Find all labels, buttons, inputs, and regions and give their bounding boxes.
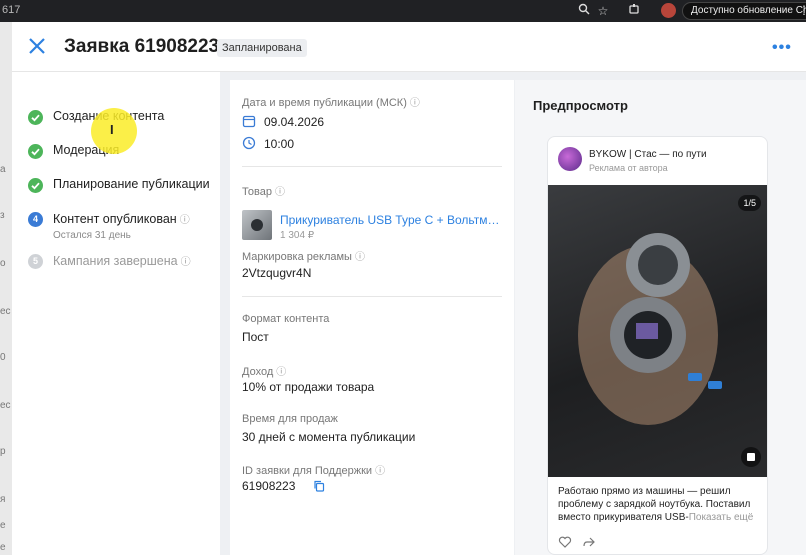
text-cursor-icon: I [110,122,114,137]
divider [242,166,502,167]
sales-time-label: Время для продаж [242,413,338,425]
author-name[interactable]: BYKOW | Стас — по пути [589,149,707,160]
browser-toolbar: 617 ☆ Доступно обновление Chrome ⋮ [0,0,806,22]
label-text: Товар [242,186,272,198]
step-sub-text: Остался 31 день [53,230,131,241]
product-price: 1 304 ₽ [280,230,315,241]
help-circle-icon[interactable]: ⓘ [355,252,365,263]
publish-date: 09.04.2026 [264,115,325,129]
ad-marking-label: Маркировка рекламы ⓘ [242,248,365,263]
step-label: Планирование публикации [53,177,210,191]
label-text: Маркировка рекламы [242,251,352,263]
cursor-highlight [91,108,137,154]
modal-header: Заявка 61908223 Запланирована ••• [12,22,806,72]
product-link[interactable]: Прикуриватель USB Type C + Вольтметр [280,213,502,227]
income-label: Доход ⓘ [242,363,286,378]
post-photo [578,233,722,425]
bg-text: р [0,446,6,457]
copy-icon[interactable] [313,479,325,492]
bg-text: е [0,520,6,531]
browser-menu-icon[interactable]: ⋮ [798,3,806,17]
check-icon [28,144,43,159]
close-icon[interactable] [26,35,48,57]
bg-text: ес [0,400,11,411]
step-published: 4 Контент опубликован ⓘ [12,208,220,232]
publish-datetime-label: Дата и время публикации (МСК) ⓘ [242,94,420,109]
support-id-label: ID заявки для Поддержки ⓘ [242,462,385,477]
step-number: 5 [28,254,43,269]
help-circle-icon[interactable]: ⓘ [180,215,190,226]
help-circle-icon[interactable]: ⓘ [275,187,285,198]
support-id-value: 61908223 [242,479,296,493]
bg-text: ес [0,306,11,317]
post-image[interactable]: 1/5 [548,185,767,477]
heart-icon[interactable] [558,535,572,549]
help-circle-icon[interactable]: ⓘ [375,466,385,477]
step-planning: Планирование публикации [12,174,220,198]
bg-text: 0 [0,352,6,363]
zoom-icon[interactable] [576,3,592,19]
clock-icon [242,136,256,150]
background-page: а з о ес 0 ес р я е е [0,22,12,555]
page-title: Заявка 61908223 [64,36,220,57]
avatar[interactable] [558,147,582,171]
author-sub: Реклама от автора [589,163,668,173]
calendar-icon [242,114,256,128]
bg-text: з [0,210,5,221]
tab-fragment: 617 [2,4,21,16]
sales-time-value: 30 дней с момента публикации [242,430,416,444]
bg-text: е [0,542,6,553]
bg-text: о [0,258,6,269]
help-circle-icon[interactable]: ⓘ [410,98,420,109]
check-icon [28,178,43,193]
show-more-link[interactable]: Показать ещё [689,512,754,523]
label-text: ID заявки для Поддержки [242,465,373,477]
status-badge: Запланирована [217,39,307,57]
share-icon[interactable] [582,535,596,549]
check-icon [28,110,43,125]
product-label: Товар ⓘ [242,183,285,198]
details-panel: Дата и время публикации (МСК) ⓘ 09.04.202… [230,80,514,555]
more-horizontal-icon[interactable]: ••• [772,39,792,57]
step-label-text: Кампания завершена [53,254,178,268]
progress-steps: Создание контента Модерация Планирование… [12,72,220,555]
application-modal: Заявка 61908223 Запланирована ••• Создан… [12,22,806,555]
extension-icon[interactable] [626,3,642,19]
update-chrome-button[interactable]: Доступно обновление Chrome [682,2,806,20]
preview-title: Предпросмотр [533,98,628,113]
shopping-bag-icon[interactable] [741,447,761,467]
step-label-text: Контент опубликован [53,212,177,226]
help-circle-icon[interactable]: ⓘ [181,257,191,268]
image-counter: 1/5 [738,195,761,211]
step-campaign-finished: 5 Кампания завершена ⓘ [12,250,220,274]
label-text: Доход [242,366,274,378]
publish-time: 10:00 [264,137,295,151]
post-text: Работаю прямо из машины — решил проблему… [558,485,762,524]
post-card: BYKOW | Стас — по пути Реклама от автора… [547,136,768,555]
step-label: Кампания завершена ⓘ [53,253,191,268]
star-icon[interactable]: ☆ [595,3,611,19]
product-thumbnail[interactable] [242,210,272,240]
step-number: 4 [28,212,43,227]
ad-marking-value: 2Vtzqugvr4N [242,266,312,280]
preview-panel: Предпросмотр BYKOW | Стас — по пути Рекл… [515,80,806,555]
income-value: 10% от продажи товара [242,380,375,394]
help-circle-icon[interactable]: ⓘ [276,367,286,378]
format-label: Формат контента [242,313,330,325]
bg-text: а [0,164,6,175]
step-label: Контент опубликован ⓘ [53,211,190,226]
format-value: Пост [242,330,269,344]
bg-text: я [0,494,6,505]
divider [242,296,502,297]
profile-avatar[interactable] [661,3,676,18]
label-text: Дата и время публикации (МСК) [242,97,407,109]
